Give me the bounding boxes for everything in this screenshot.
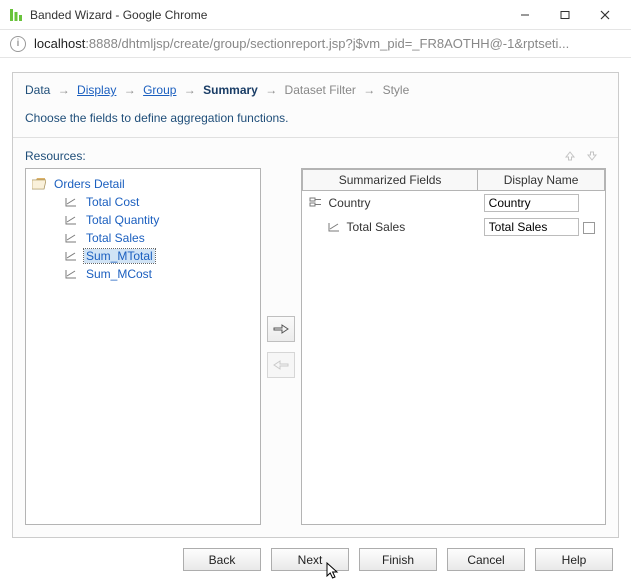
tree-field-label: Total Cost (84, 195, 141, 209)
breadcrumb-arrow-icon: → (124, 83, 136, 97)
wizard-panel: Data → Display → Group → Summary → Datas… (12, 72, 619, 538)
maximize-button[interactable] (545, 1, 585, 29)
tree-field[interactable]: Sum_MCost (30, 265, 256, 283)
tree-field[interactable]: Total Quantity (30, 211, 256, 229)
tree-field-label: Sum_MTotal (84, 249, 155, 263)
app-icon (8, 7, 24, 23)
address-bar: i localhost:8888/dhtmljsp/create/group/s… (0, 30, 631, 58)
finish-button[interactable]: Finish (359, 548, 437, 571)
display-name-input[interactable] (484, 194, 579, 212)
resources-tree[interactable]: Orders Detail Total Cost Total Quantity To… (25, 168, 261, 525)
display-name-cell (478, 215, 605, 239)
col-header-summarized[interactable]: Summarized Fields (303, 170, 478, 191)
col-header-display[interactable]: Display Name (478, 170, 605, 191)
tree-root[interactable]: Orders Detail (30, 175, 256, 193)
group-icon (309, 197, 323, 209)
resources-label: Resources: (25, 149, 562, 163)
work-area: Resources: Orde (13, 138, 618, 537)
wizard-button-bar: Back Next Finish Cancel Help (12, 538, 619, 577)
breadcrumb: Data → Display → Group → Summary → Datas… (13, 73, 618, 105)
site-info-icon[interactable]: i (10, 36, 26, 52)
breadcrumb-arrow-icon: → (363, 83, 375, 97)
field-icon (64, 232, 78, 244)
move-down-button[interactable] (584, 148, 600, 164)
field-icon (64, 250, 78, 262)
breadcrumb-step-data[interactable]: Data (25, 83, 50, 97)
folder-open-icon (32, 178, 46, 190)
breadcrumb-step-group[interactable]: Group (143, 83, 176, 97)
display-checkbox[interactable] (583, 222, 595, 234)
breadcrumb-step-display[interactable]: Display (77, 83, 116, 97)
minimize-button[interactable] (505, 1, 545, 29)
tree-field-label: Total Sales (84, 231, 147, 245)
instruction-text: Choose the fields to define aggregation … (13, 105, 618, 138)
breadcrumb-step-style: Style (383, 83, 410, 97)
display-name-cell (478, 191, 605, 216)
content-area: Data → Display → Group → Summary → Datas… (0, 58, 631, 585)
breadcrumb-arrow-icon: → (184, 83, 196, 97)
tree-field[interactable]: Total Sales (30, 229, 256, 247)
tree-root-label: Orders Detail (52, 177, 127, 191)
breadcrumb-step-summary: Summary (203, 83, 258, 97)
breadcrumb-arrow-icon: → (58, 83, 70, 97)
summarized-field-label: Total Sales (347, 220, 406, 234)
field-icon (64, 268, 78, 280)
summarized-field-cell: Total Sales (303, 215, 478, 239)
url-path: :8888/dhtmljsp/create/group/sectionrepor… (85, 36, 569, 51)
field-icon (64, 214, 78, 226)
summarized-field-cell: Country (303, 191, 478, 216)
tree-field[interactable]: Sum_MTotal (30, 247, 256, 265)
transfer-controls (267, 168, 295, 525)
back-button[interactable]: Back (183, 548, 261, 571)
move-up-button[interactable] (562, 148, 578, 164)
tree-field-label: Total Quantity (84, 213, 161, 227)
display-name-input[interactable] (484, 218, 579, 236)
tree-field[interactable]: Total Cost (30, 193, 256, 211)
breadcrumb-step-datasetfilter: Dataset Filter (285, 83, 356, 97)
tree-field-label: Sum_MCost (84, 267, 154, 281)
breadcrumb-arrow-icon: → (265, 83, 277, 97)
url-text: localhost:8888/dhtmljsp/create/group/sec… (34, 36, 569, 51)
help-button[interactable]: Help (535, 548, 613, 571)
next-button[interactable]: Next (271, 548, 349, 571)
window-title: Banded Wizard - Google Chrome (30, 8, 505, 22)
table-row[interactable]: Country (303, 191, 605, 216)
summarized-field-label: Country (329, 196, 371, 210)
table-row[interactable]: Total Sales (303, 215, 605, 239)
remove-button[interactable] (267, 352, 295, 378)
summarized-fields-panel: Summarized Fields Display Name Country To… (301, 168, 606, 525)
close-button[interactable] (585, 1, 625, 29)
field-icon (327, 221, 341, 233)
url-host: localhost (34, 36, 85, 51)
reorder-controls (562, 148, 600, 164)
add-button[interactable] (267, 316, 295, 342)
field-icon (64, 196, 78, 208)
title-bar: Banded Wizard - Google Chrome (0, 0, 631, 30)
cancel-button[interactable]: Cancel (447, 548, 525, 571)
